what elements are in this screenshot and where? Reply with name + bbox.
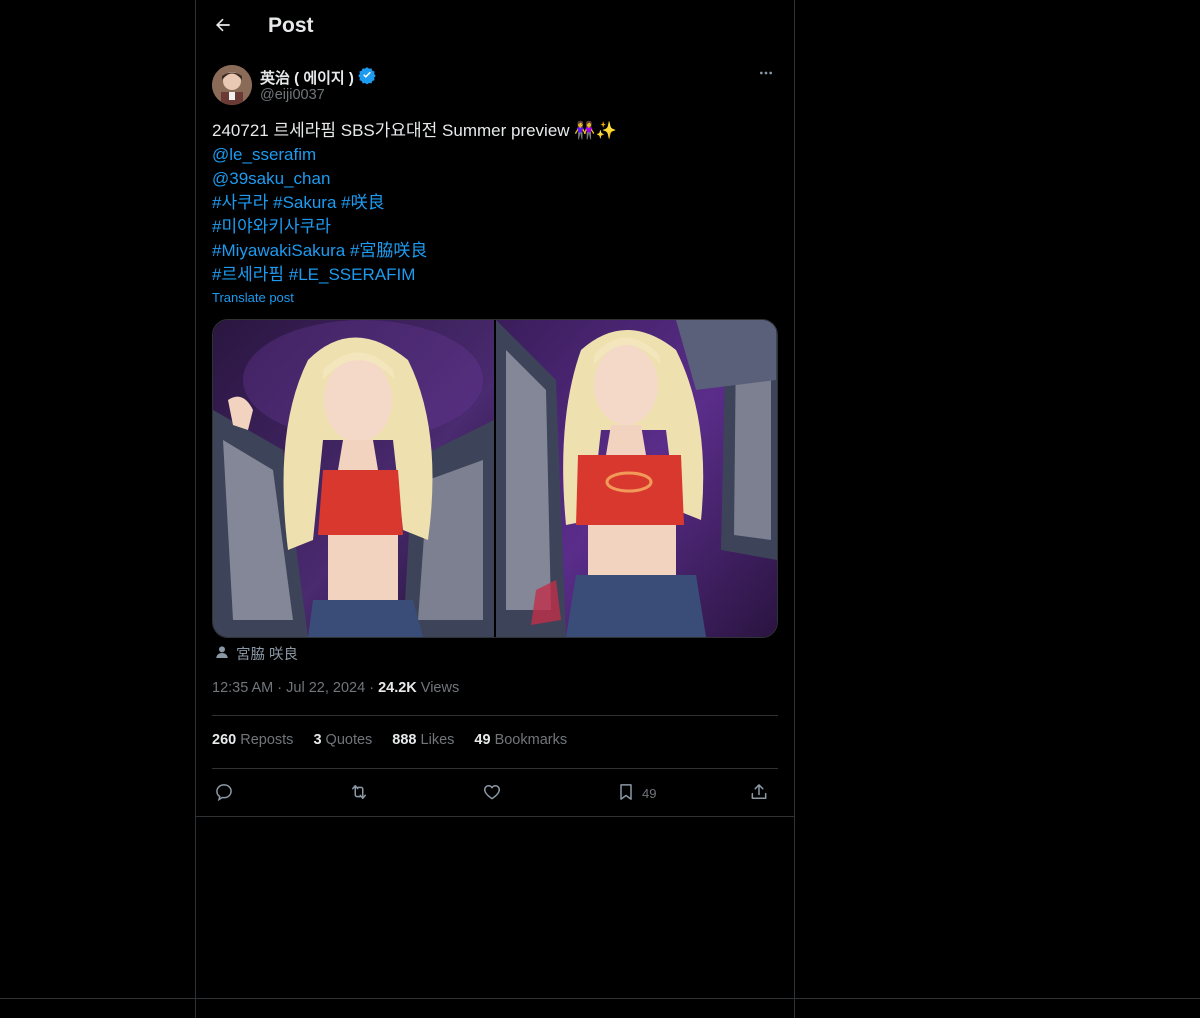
- hashtag-link[interactable]: #사쿠라: [212, 193, 268, 212]
- post-time[interactable]: 12:35 AM: [212, 680, 273, 696]
- post-meta: 12:35 AM · Jul 22, 2024 · 24.2K Views: [212, 680, 459, 696]
- page-title: Post: [268, 14, 314, 37]
- hashtag-link[interactable]: #LE_SSERAFIM: [289, 265, 416, 284]
- author-row: 英治 ( 에이지 ) @eiji0037: [212, 65, 778, 107]
- repost-button[interactable]: [348, 780, 370, 806]
- mention-le-sserafim[interactable]: @le_sserafim: [212, 145, 316, 164]
- post-text-line-1: 240721 르세라핌 SBS가요대전 Summer preview 👭✨: [212, 119, 778, 143]
- likes-label: Likes: [420, 732, 455, 748]
- post-date[interactable]: Jul 22, 2024: [286, 680, 365, 696]
- views-count: 24.2K: [378, 680, 417, 696]
- reposts-stat[interactable]: 260 Reposts: [212, 732, 293, 748]
- column-divider: [196, 816, 794, 817]
- bookmarks-label: Bookmarks: [494, 732, 568, 748]
- meta-separator: ·: [369, 680, 379, 696]
- verified-badge-icon[interactable]: [358, 66, 376, 88]
- tagged-person-name[interactable]: 宮脇 咲良: [236, 643, 298, 664]
- hashtag-link[interactable]: #르세라핌: [212, 265, 284, 284]
- post-text: 240721 르세라핌 SBS가요대전 Summer preview 👭✨ @l…: [212, 119, 778, 287]
- bookmark-icon: [616, 782, 636, 805]
- bookmark-count: 49: [642, 785, 657, 801]
- reposts-label: Reposts: [240, 732, 294, 748]
- quotes-count: 3: [313, 732, 322, 748]
- hashtag-link[interactable]: #宮脇咲良: [350, 241, 427, 260]
- photo-1[interactable]: [213, 320, 494, 637]
- post-caption: 240721 르세라핌 SBS가요대전 Summer preview: [212, 121, 570, 140]
- hashtag-link[interactable]: #미야와키사쿠라: [212, 217, 331, 236]
- more-options-button[interactable]: [754, 65, 778, 85]
- hashtag-link[interactable]: #Sakura: [273, 193, 336, 212]
- share-icon: [749, 782, 769, 805]
- bookmarks-count: 49: [474, 732, 491, 748]
- bookmarks-stat[interactable]: 49 Bookmarks: [474, 732, 567, 748]
- avatar[interactable]: [212, 65, 252, 105]
- arrow-left-icon: [213, 15, 233, 40]
- more-dots-icon: [758, 65, 774, 86]
- author-name[interactable]: 英治 ( 에이지 ): [260, 66, 376, 88]
- hashtag-link[interactable]: #咲良: [341, 193, 384, 212]
- views-label: Views: [420, 680, 460, 696]
- author-handle[interactable]: @eiji0037: [260, 87, 325, 103]
- emoji: 👭✨: [574, 121, 617, 140]
- meta-separator: ·: [277, 680, 287, 696]
- divider: [212, 768, 778, 769]
- bookmark-button[interactable]: 49: [616, 780, 656, 806]
- media-grid: [212, 319, 778, 638]
- repost-icon: [348, 782, 370, 805]
- photo-2[interactable]: [496, 320, 777, 637]
- hashtag-link[interactable]: #MiyawakiSakura: [212, 241, 345, 260]
- divider: [212, 715, 778, 716]
- post-header: Post: [196, 0, 794, 53]
- back-button[interactable]: [208, 12, 238, 42]
- reply-button[interactable]: [214, 780, 234, 806]
- quotes-label: Quotes: [325, 732, 373, 748]
- post-stats: 260 Reposts 3 Quotes 888 Likes 49 Bookma…: [212, 732, 567, 748]
- heart-icon: [482, 782, 502, 805]
- reply-icon: [214, 782, 234, 805]
- reposts-count: 260: [212, 732, 237, 748]
- quotes-stat[interactable]: 3 Quotes: [313, 732, 372, 748]
- likes-count: 888: [392, 732, 417, 748]
- user-icon: [214, 644, 230, 664]
- bottom-divider: [0, 998, 1200, 999]
- likes-stat[interactable]: 888 Likes: [392, 732, 454, 748]
- translate-post-link[interactable]: Translate post: [212, 290, 294, 305]
- action-bar: 49: [212, 780, 778, 806]
- author-display-name[interactable]: 英治 ( 에이지 ): [260, 67, 354, 88]
- like-button[interactable]: [482, 780, 502, 806]
- share-button[interactable]: [749, 780, 769, 806]
- tagged-person[interactable]: 宮脇 咲良: [214, 643, 298, 664]
- mention-39saku-chan[interactable]: @39saku_chan: [212, 169, 330, 188]
- main-column: Post 英治 ( 에이지 ) @eiji0037 240721 르세라핌 SB…: [195, 0, 795, 1018]
